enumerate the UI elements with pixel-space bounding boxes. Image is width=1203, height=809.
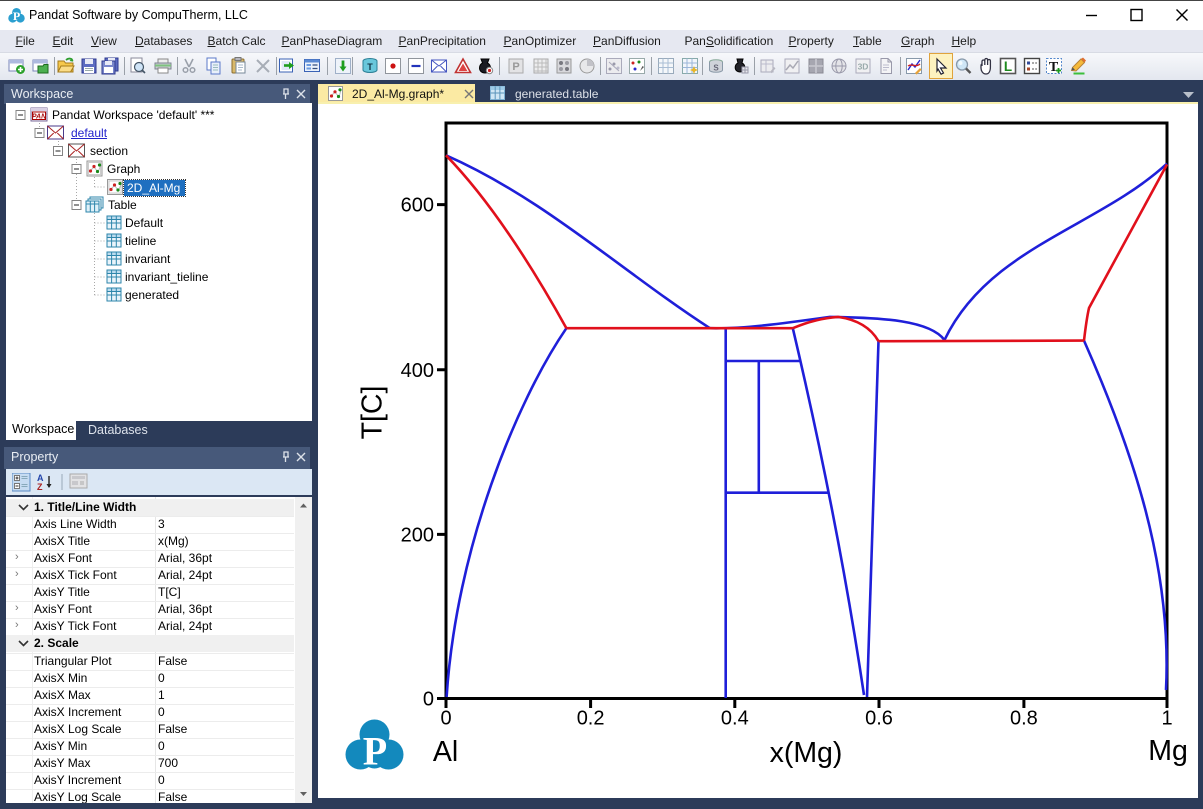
svg-text:P: P xyxy=(13,9,20,23)
svg-text:0.8: 0.8 xyxy=(1010,708,1038,730)
svg-text:Mg: Mg xyxy=(1148,735,1188,767)
svg-text:L: L xyxy=(1004,59,1012,74)
svg-text:x(Mg): x(Mg) xyxy=(770,737,843,769)
svg-text:P: P xyxy=(363,729,387,774)
svg-text:Al: Al xyxy=(433,736,458,768)
svg-text:PAN: PAN xyxy=(32,114,47,121)
svg-text:400: 400 xyxy=(401,360,434,382)
svg-text:0.2: 0.2 xyxy=(577,708,605,730)
svg-text:1: 1 xyxy=(1161,708,1172,730)
svg-text:0: 0 xyxy=(423,689,434,711)
svg-text:T: T xyxy=(1049,60,1059,75)
svg-text:T: T xyxy=(367,62,373,72)
svg-text:0.4: 0.4 xyxy=(721,708,749,730)
svg-text:S: S xyxy=(713,64,719,73)
svg-text:P: P xyxy=(512,61,519,73)
svg-text:200: 200 xyxy=(401,524,434,546)
svg-text:600: 600 xyxy=(401,195,434,217)
svg-text:0.6: 0.6 xyxy=(865,708,893,730)
svg-text:3D: 3D xyxy=(857,62,868,72)
svg-text:T[C]: T[C] xyxy=(357,386,389,440)
svg-text:0: 0 xyxy=(440,708,451,730)
svg-text:Z: Z xyxy=(37,482,43,492)
